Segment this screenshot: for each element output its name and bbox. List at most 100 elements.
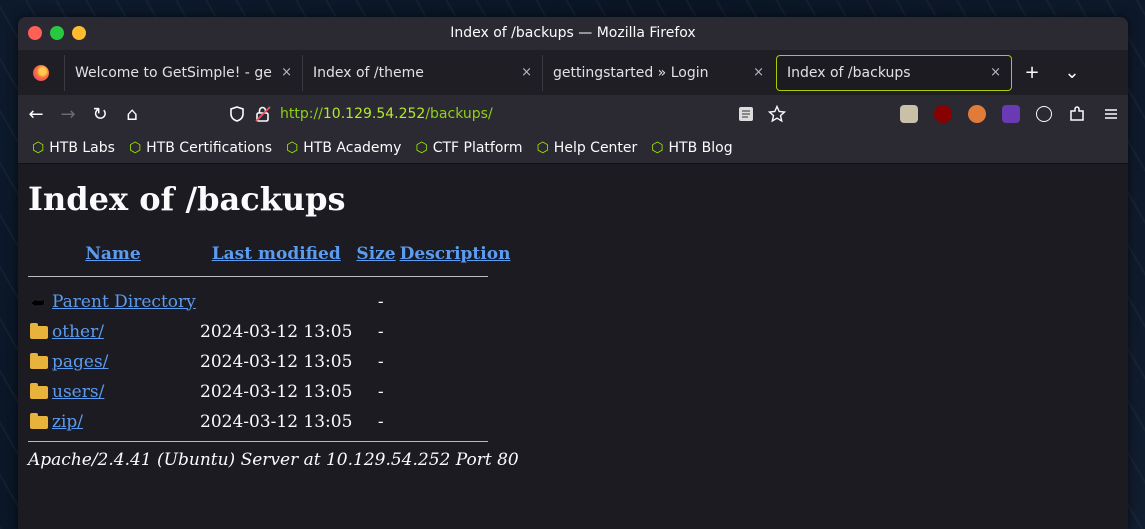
- list-tabs-button[interactable]: ⌄: [1052, 62, 1092, 83]
- directory-link[interactable]: pages/: [52, 352, 108, 372]
- htb-cube-icon: ⬡: [32, 140, 45, 156]
- directory-link[interactable]: zip/: [52, 412, 83, 432]
- reader-view-icon[interactable]: [738, 106, 754, 122]
- htb-cube-icon: ⬡: [415, 140, 428, 156]
- bookmark-htb-certifications[interactable]: ⬡ HTB Certifications: [129, 140, 272, 156]
- tab-welcome[interactable]: Welcome to GetSimple! - ge ×: [64, 54, 302, 91]
- tab-label: Index of /backups: [787, 64, 911, 81]
- sort-by-modified-link[interactable]: Last modified: [212, 244, 341, 264]
- tab-backups[interactable]: Index of /backups ×: [776, 54, 1012, 91]
- bookmark-ctf-platform[interactable]: ⬡ CTF Platform: [415, 140, 522, 156]
- description-cell: [398, 287, 513, 317]
- htb-cube-icon: ⬡: [651, 140, 664, 156]
- table-row: other/ 2024-03-12 13:05 -: [28, 317, 512, 347]
- bookmark-htb-academy[interactable]: ⬡ HTB Academy: [286, 140, 401, 156]
- size-cell: -: [377, 352, 384, 372]
- minimize-window-button[interactable]: [50, 26, 64, 40]
- shield-icon[interactable]: [228, 105, 246, 123]
- bookmark-htb-labs[interactable]: ⬡ HTB Labs: [32, 140, 115, 156]
- menu-icon[interactable]: [1102, 105, 1120, 123]
- firefox-icon: [33, 64, 49, 81]
- size-cell: -: [377, 382, 384, 402]
- sort-by-size-link[interactable]: Size: [356, 244, 395, 264]
- url-text[interactable]: http://10.129.54.252/backups/: [280, 106, 493, 122]
- url-bar[interactable]: http://10.129.54.252/backups/: [228, 99, 788, 129]
- tab-theme[interactable]: Index of /theme ×: [302, 54, 542, 91]
- bookmark-label: CTF Platform: [432, 140, 523, 156]
- modified-cell: [198, 287, 354, 317]
- firefox-view-button[interactable]: [18, 50, 64, 95]
- name-column-header: Name: [28, 236, 198, 272]
- server-signature: Apache/2.4.41 (Ubuntu) Server at 10.129.…: [28, 450, 519, 470]
- directory-link[interactable]: users/: [52, 382, 104, 402]
- bookmarks-toolbar: ⬡ HTB Labs ⬡ HTB Certifications ⬡ HTB Acade…: [18, 133, 1128, 164]
- size-cell: -: [377, 292, 384, 312]
- back-button[interactable]: ←: [22, 104, 50, 125]
- description-column-header: Description: [398, 236, 513, 272]
- title-bar: Index of /backups — Mozilla Firefox: [18, 17, 1128, 50]
- folder-icon: [30, 413, 48, 429]
- ublock-icon[interactable]: [934, 105, 952, 123]
- url-path: /backups/: [425, 106, 493, 122]
- table-row: zip/ 2024-03-12 13:05 -: [28, 407, 512, 437]
- description-cell: [398, 407, 513, 437]
- listing-header: Name Last modified Size Description: [28, 236, 512, 272]
- directory-link[interactable]: other/: [52, 322, 104, 342]
- bookmark-star-icon[interactable]: [768, 105, 786, 123]
- size-cell: -: [377, 322, 384, 342]
- folder-icon: [30, 323, 48, 339]
- extensions-toolbar: [900, 95, 1120, 133]
- close-icon[interactable]: ×: [281, 65, 292, 80]
- extension-icon[interactable]: [968, 105, 986, 123]
- window-controls: [28, 26, 86, 40]
- modified-cell: 2024-03-12 13:05: [200, 382, 353, 402]
- back-arrow-icon: ⮨: [30, 292, 45, 312]
- extension-icon[interactable]: [1002, 105, 1020, 123]
- sort-by-name-link[interactable]: Name: [85, 244, 140, 264]
- extension-icon[interactable]: [900, 105, 918, 123]
- description-cell: [398, 347, 513, 377]
- page-title: Index of /backups: [28, 180, 346, 218]
- tab-label: Index of /theme: [313, 64, 424, 81]
- extensions-puzzle-icon[interactable]: [1068, 105, 1086, 123]
- close-icon[interactable]: ×: [990, 65, 1001, 80]
- navigation-toolbar: ← → ↻ ⌂ http://10.129.54.252/backups/: [18, 95, 1128, 133]
- url-prefix: http://: [280, 106, 323, 122]
- bookmark-help-center[interactable]: ⬡ Help Center: [537, 140, 638, 156]
- cookie-icon[interactable]: [1036, 106, 1052, 122]
- close-window-button[interactable]: [28, 26, 42, 40]
- browser-window: Index of /backups — Mozilla Firefox Welc…: [18, 17, 1128, 529]
- folder-icon: [30, 383, 48, 399]
- tab-login[interactable]: gettingstarted » Login ×: [542, 54, 774, 91]
- home-button[interactable]: ⌂: [118, 104, 146, 125]
- reload-button[interactable]: ↻: [86, 104, 114, 125]
- bookmark-label: HTB Certifications: [146, 140, 273, 156]
- window-title: Index of /backups — Mozilla Firefox: [450, 25, 696, 41]
- forward-button[interactable]: →: [54, 104, 82, 125]
- page-content: Index of /backups Name Last modified Siz…: [18, 180, 1128, 470]
- table-row: ⮨ Parent Directory -: [28, 287, 512, 317]
- bookmark-label: Help Center: [553, 140, 638, 156]
- size-cell: -: [377, 412, 384, 432]
- table-row: pages/ 2024-03-12 13:05 -: [28, 347, 512, 377]
- sort-by-description-link[interactable]: Description: [400, 244, 511, 264]
- htb-cube-icon: ⬡: [536, 140, 549, 156]
- bookmark-label: HTB Academy: [303, 140, 402, 156]
- urlbar-actions: [738, 105, 786, 123]
- new-tab-button[interactable]: +: [1012, 62, 1052, 83]
- insecure-lock-icon[interactable]: [254, 105, 272, 123]
- close-icon[interactable]: ×: [753, 65, 764, 80]
- parent-directory-link[interactable]: Parent Directory: [52, 292, 196, 312]
- maximize-window-button[interactable]: [72, 26, 86, 40]
- folder-icon: [30, 353, 48, 369]
- url-host: 10.129.54.252: [322, 106, 426, 122]
- modified-column-header: Last modified: [198, 236, 354, 272]
- close-icon[interactable]: ×: [521, 65, 532, 80]
- description-cell: [398, 377, 513, 407]
- divider: [28, 441, 488, 442]
- modified-cell: 2024-03-12 13:05: [200, 322, 353, 342]
- description-cell: [398, 317, 513, 347]
- bookmark-label: HTB Labs: [49, 140, 115, 156]
- modified-cell: 2024-03-12 13:05: [200, 412, 353, 432]
- bookmark-htb-blog[interactable]: ⬡ HTB Blog: [651, 140, 732, 156]
